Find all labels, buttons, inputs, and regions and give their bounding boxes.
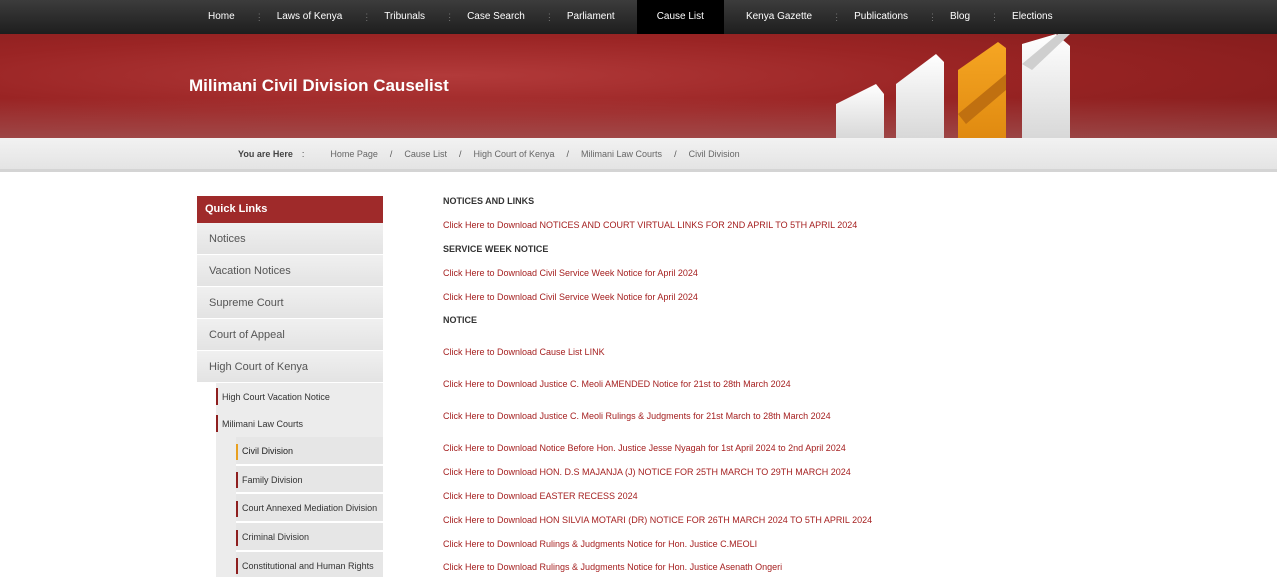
- quick-links-heading: Quick Links: [197, 196, 383, 223]
- sidebar-item-notices[interactable]: Notices: [197, 223, 383, 255]
- breadcrumb-civil-division[interactable]: Civil Division: [689, 149, 740, 159]
- sidebar-item-civil-division[interactable]: Civil Division: [236, 437, 383, 466]
- nav-item-case-search[interactable]: Case Search: [447, 0, 545, 34]
- breadcrumb-high-court[interactable]: High Court of Kenya: [473, 149, 554, 159]
- nav-item-home[interactable]: Home: [188, 0, 255, 34]
- nav-item-publications[interactable]: Publications: [834, 0, 928, 34]
- sidebar-item-constitutional-division[interactable]: Constitutional and Human Rights Division: [236, 552, 383, 577]
- sidebar-item-label: Family Division: [242, 474, 303, 485]
- nav-item-elections[interactable]: Elections: [992, 0, 1073, 34]
- nav-item-kenya-gazette[interactable]: Kenya Gazette: [726, 0, 832, 34]
- nav-link[interactable]: Parliament: [547, 0, 635, 34]
- sidebar-item-label: Constitutional and Human Rights Division: [242, 560, 374, 571]
- nav-link[interactable]: Kenya Gazette: [726, 0, 832, 34]
- page-title: Milimani Civil Division Causelist: [189, 76, 449, 95]
- nav-link[interactable]: Cause List: [637, 0, 724, 34]
- download-link[interactable]: Click Here to Download NOTICES AND COURT…: [443, 220, 857, 230]
- breadcrumb-separator: /: [566, 148, 570, 159]
- download-link[interactable]: Click Here to Download Rulings & Judgmen…: [443, 562, 782, 572]
- sidebar-item-high-court[interactable]: High Court of Kenya: [197, 351, 383, 383]
- nav-link[interactable]: Blog: [930, 0, 990, 34]
- breadcrumb-bar: You are Here : Home Page / Cause List / …: [0, 138, 1277, 172]
- breadcrumb: You are Here : Home Page / Cause List / …: [238, 138, 740, 169]
- download-link[interactable]: Click Here to Download Rulings & Judgmen…: [443, 539, 757, 549]
- download-link[interactable]: Click Here to Download EASTER RECESS 202…: [443, 491, 638, 501]
- nav-item-parliament[interactable]: Parliament: [547, 0, 635, 34]
- sidebar-item-supreme-court[interactable]: Supreme Court: [197, 287, 383, 319]
- sidebar-item-criminal-division[interactable]: Criminal Division: [236, 523, 383, 552]
- section-heading: NOTICES AND LINKS: [443, 196, 535, 206]
- marker-bar: [216, 388, 218, 405]
- sidebar-item-label: Criminal Division: [242, 531, 310, 542]
- nav-link[interactable]: Laws of Kenya: [257, 0, 363, 34]
- nav-item-laws-of-kenya[interactable]: Laws of Kenya: [257, 0, 363, 34]
- breadcrumb-separator: /: [458, 148, 462, 159]
- breadcrumb-colon: :: [301, 148, 305, 159]
- download-link[interactable]: Click Here to Download Cause List LINK: [443, 347, 605, 357]
- nav-item-tribunals[interactable]: Tribunals: [364, 0, 445, 34]
- nav-link[interactable]: Tribunals: [364, 0, 445, 34]
- download-link[interactable]: Click Here to Download Civil Service Wee…: [443, 268, 698, 278]
- sidebar-item-label: Court Annexed Mediation Division: [242, 503, 378, 514]
- top-navigation: Home ⋮ Laws of Kenya ⋮ Tribunals ⋮ Case …: [0, 0, 1277, 34]
- breadcrumb-cause-list[interactable]: Cause List: [404, 149, 447, 159]
- nav-link[interactable]: Publications: [834, 0, 928, 34]
- breadcrumb-separator: /: [674, 148, 677, 159]
- page-banner: Milimani Civil Division Causelist: [0, 34, 1277, 138]
- download-link[interactable]: Click Here to Download HON. D.S MAJANJA …: [443, 467, 851, 477]
- sidebar-item-label: Civil Division: [242, 446, 294, 456]
- sidebar-item-label: High Court Vacation Notice: [222, 391, 330, 402]
- breadcrumb-label: You are Here: [238, 148, 293, 159]
- sidebar-item-court-annexed-mediation[interactable]: Court Annexed Mediation Division: [236, 494, 383, 523]
- download-link[interactable]: Click Here to Download HON SILVIA MOTARI…: [443, 515, 872, 525]
- nav-link[interactable]: Case Search: [447, 0, 545, 34]
- marker-bar: [236, 443, 238, 460]
- nav-item-cause-list[interactable]: Cause List: [636, 0, 724, 34]
- download-link[interactable]: Click Here to Download Justice C. Meoli …: [443, 411, 831, 421]
- nav-link[interactable]: Elections: [992, 0, 1073, 34]
- marker-bar: [236, 529, 238, 546]
- download-link[interactable]: Click Here to Download Notice Before Hon…: [443, 443, 846, 453]
- download-link[interactable]: Click Here to Download Civil Service Wee…: [443, 292, 698, 302]
- marker-bar: [216, 415, 218, 432]
- breadcrumb-separator: /: [389, 148, 393, 159]
- sidebar-item-label: Milimani Law Courts: [222, 418, 304, 429]
- breadcrumb-home-page[interactable]: Home Page: [330, 149, 378, 159]
- kenyalaw-logo-icon: [836, 34, 1070, 138]
- sidebar-item-vacation-notice[interactable]: High Court Vacation Notice: [216, 383, 383, 410]
- marker-bar: [236, 500, 238, 517]
- section-heading: SERVICE WEEK NOTICE: [443, 244, 549, 254]
- sidebar-item-vacation-notices[interactable]: Vacation Notices: [197, 255, 383, 287]
- marker-bar: [236, 558, 238, 575]
- nav-link[interactable]: Home: [188, 0, 255, 34]
- download-link[interactable]: Click Here to Download Justice C. Meoli …: [443, 379, 791, 389]
- sidebar-division-list: Civil Division Family Division Court Ann…: [236, 437, 383, 577]
- sidebar-item-family-division[interactable]: Family Division: [236, 466, 383, 495]
- sidebar-item-milimani-law-courts[interactable]: Milimani Law Courts: [216, 410, 383, 437]
- quick-links-sidebar: Quick Links Notices Vacation Notices Sup…: [197, 196, 383, 577]
- sidebar-subitems: High Court Vacation Notice Milimani Law …: [216, 383, 383, 577]
- breadcrumb-milimani[interactable]: Milimani Law Courts: [581, 149, 662, 159]
- section-heading: NOTICE: [443, 315, 478, 325]
- sidebar-item-court-of-appeal[interactable]: Court of Appeal: [197, 319, 383, 351]
- nav-item-blog[interactable]: Blog: [930, 0, 990, 34]
- marker-bar: [236, 472, 238, 489]
